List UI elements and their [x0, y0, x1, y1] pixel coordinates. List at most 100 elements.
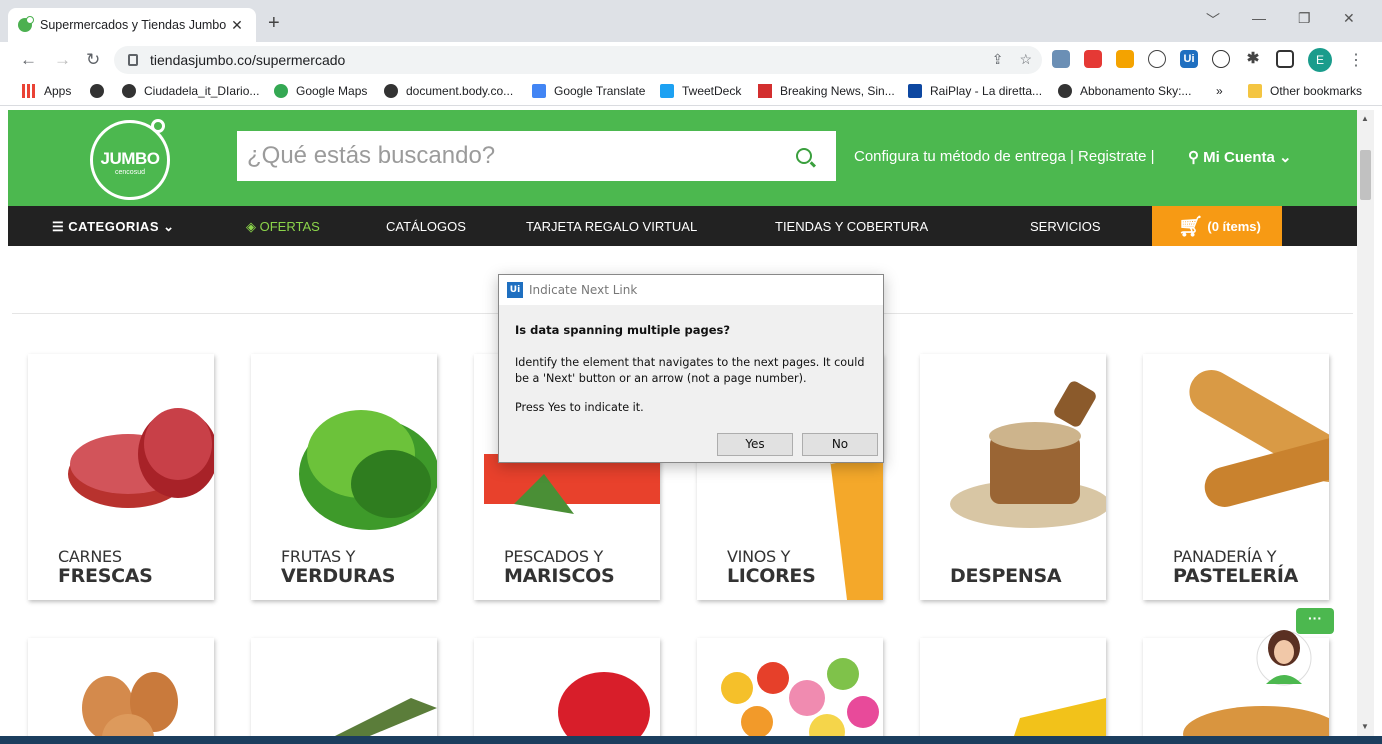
nav-catalogos[interactable]: CATÁLOGOS: [386, 219, 466, 234]
cloud-icon[interactable]: [1148, 50, 1166, 68]
dialog-title: Indicate Next Link: [529, 283, 638, 297]
chevron-down-icon: ⌄: [1274, 149, 1292, 166]
category-line2: VERDURAS: [281, 565, 396, 587]
logo-ring-icon: [151, 119, 165, 133]
dialog-body-text: Identify the element that navigates to t…: [515, 356, 865, 385]
nav-tarjeta-regalo[interactable]: TARJETA REGALO VIRTUAL: [526, 219, 697, 234]
puzzle-icon[interactable]: ✱: [1244, 50, 1262, 68]
category-card-frutas[interactable]: FRUTAS Y VERDURAS: [251, 354, 437, 600]
profile-avatar[interactable]: E: [1308, 48, 1332, 72]
category-line2: PASTELERÍA: [1173, 565, 1298, 587]
bookmark-raiplay[interactable]: RaiPlay - La diretta...: [908, 84, 1042, 98]
category-card-row2-2[interactable]: [251, 638, 437, 744]
category-card-row2-3[interactable]: [474, 638, 660, 744]
search-box[interactable]: ¿Qué estás buscando?: [237, 131, 836, 181]
forward-arrow-icon[interactable]: →: [54, 50, 71, 70]
url-omnibox[interactable]: tiendasjumbo.co/supermercado ⇪ ☆: [114, 46, 1042, 74]
apps-grid-icon: [22, 84, 36, 98]
bookmark-sky[interactable]: Abbonamento Sky:...: [1058, 84, 1191, 98]
scroll-down-arrow-icon[interactable]: ▼: [1361, 722, 1369, 731]
reload-icon[interactable]: ↻: [86, 50, 100, 70]
nav-categorias[interactable]: ☰ CATEGORIAS ⌄: [52, 219, 175, 235]
chevron-down-icon: ⌄: [159, 219, 175, 234]
search-icon[interactable]: [796, 148, 812, 164]
no-button[interactable]: No: [802, 433, 878, 456]
category-card-row2-4[interactable]: [697, 638, 883, 744]
translate-icon: [532, 84, 546, 98]
baguette-image: [1189, 370, 1329, 507]
share-icon[interactable]: ⇪: [992, 51, 1004, 68]
menu-kebab-icon[interactable]: ⋮: [1348, 50, 1364, 70]
jumbo-logo[interactable]: JUMBO cencosud: [90, 119, 170, 200]
chat-extension-icon[interactable]: [1212, 50, 1230, 68]
category-card-panaderia[interactable]: PANADERÍA Y PASTELERÍA: [1143, 354, 1329, 600]
category-line2: DESPENSA: [950, 565, 1062, 587]
extension-icon-1[interactable]: [1052, 50, 1070, 68]
candy-image: [721, 658, 879, 744]
category-line1: FRUTAS Y: [281, 547, 356, 566]
dialog-question: Is data spanning multiple pages?: [515, 323, 731, 337]
nav-servicios[interactable]: SERVICIOS: [1030, 219, 1101, 234]
nav-tiendas-cobertura[interactable]: TIENDAS Y COBERTURA: [775, 219, 928, 234]
user-icon: ⚲: [1188, 149, 1204, 166]
browser-tab[interactable]: Supermercados y Tiendas Jumbo ✕: [8, 8, 256, 42]
bookmark-star-icon[interactable]: ☆: [1019, 51, 1032, 68]
globe-icon: [1058, 84, 1072, 98]
nav-ofertas[interactable]: ◈ OFERTAS: [246, 219, 320, 235]
browser-tab-strip: Supermercados y Tiendas Jumbo ✕ + ﹀ — ❐ …: [0, 0, 1382, 42]
more-bookmarks-chevron[interactable]: »: [1216, 84, 1223, 98]
bookmark-tweetdeck[interactable]: TweetDeck: [660, 84, 741, 98]
bookmark-document-body[interactable]: document.body.co...: [384, 84, 513, 98]
cart-button[interactable]: 🛒︎ (0 ítems): [1152, 206, 1282, 246]
lettuce-image: [299, 410, 437, 530]
bookmark-apps[interactable]: Apps: [22, 84, 71, 98]
bookmark-google-translate[interactable]: Google Translate: [532, 84, 645, 98]
delivery-register-links[interactable]: Configura tu método de entrega | Registr…: [854, 148, 1154, 165]
category-line2: FRESCAS: [58, 565, 153, 587]
bookmark-breaking-news[interactable]: Breaking News, Sin...: [758, 84, 895, 98]
sidepanel-icon[interactable]: [1276, 50, 1294, 68]
herbs-image: [319, 698, 437, 744]
new-tab-button[interactable]: +: [268, 12, 280, 35]
bookmark-blank[interactable]: [90, 84, 112, 98]
dialog-instruction: Press Yes to indicate it.: [515, 401, 644, 414]
category-line1: PANADERÍA Y: [1173, 547, 1277, 566]
menu-list-icon: ☰: [52, 219, 69, 234]
my-account-menu[interactable]: ⚲ Mi Cuenta ⌄: [1188, 148, 1292, 166]
grain-bowl-image: [950, 381, 1106, 528]
category-line2: LICORES: [727, 565, 816, 587]
globe-icon: [90, 84, 104, 98]
yes-button[interactable]: Yes: [717, 433, 793, 456]
dialog-titlebar: Ui Indicate Next Link: [499, 275, 883, 305]
indicate-next-link-dialog: Ui Indicate Next Link Is data spanning m…: [498, 274, 884, 463]
other-bookmarks-folder[interactable]: Other bookmarks: [1248, 84, 1362, 98]
extension-icon-3[interactable]: [1116, 50, 1134, 68]
jumbo-favicon-icon: [18, 16, 34, 32]
url-text: tiendasjumbo.co/supermercado: [150, 52, 346, 68]
bookmark-ciudadela[interactable]: Ciudadela_it_DIario...: [122, 84, 259, 98]
tab-close-icon[interactable]: ✕: [228, 17, 246, 34]
search-input[interactable]: ¿Qué estás buscando?: [247, 142, 796, 170]
category-card-eggs[interactable]: [28, 638, 214, 744]
tab-search-icon[interactable]: ﹀: [1206, 10, 1220, 30]
scrollbar-thumb[interactable]: [1360, 150, 1371, 200]
meat-image: [68, 408, 214, 508]
close-window-button[interactable]: ✕: [1343, 10, 1355, 27]
ice-cream-image: [558, 672, 650, 744]
news-logo-icon: [758, 84, 772, 98]
page-scrollbar[interactable]: ▲ ▼: [1357, 110, 1374, 736]
category-card-carnes[interactable]: CARNES FRESCAS: [28, 354, 214, 600]
minimize-button[interactable]: —: [1252, 10, 1266, 26]
tab-title: Supermercados y Tiendas Jumbo: [40, 18, 227, 32]
maximize-button[interactable]: ❐: [1298, 10, 1311, 27]
scroll-up-arrow-icon[interactable]: ▲: [1361, 114, 1369, 123]
bookmark-google-maps[interactable]: Google Maps: [274, 84, 367, 98]
assistant-avatar-icon[interactable]: [1256, 622, 1312, 688]
category-card-row2-5[interactable]: [920, 638, 1106, 744]
uipath-extension-icon[interactable]: Ui: [1180, 50, 1198, 68]
globe-icon: [384, 84, 398, 98]
cart-icon: 🛒︎: [1178, 215, 1204, 238]
category-card-despensa[interactable]: DESPENSA: [920, 354, 1106, 600]
extension-icon-2[interactable]: [1084, 50, 1102, 68]
back-arrow-icon[interactable]: ←: [20, 50, 37, 70]
